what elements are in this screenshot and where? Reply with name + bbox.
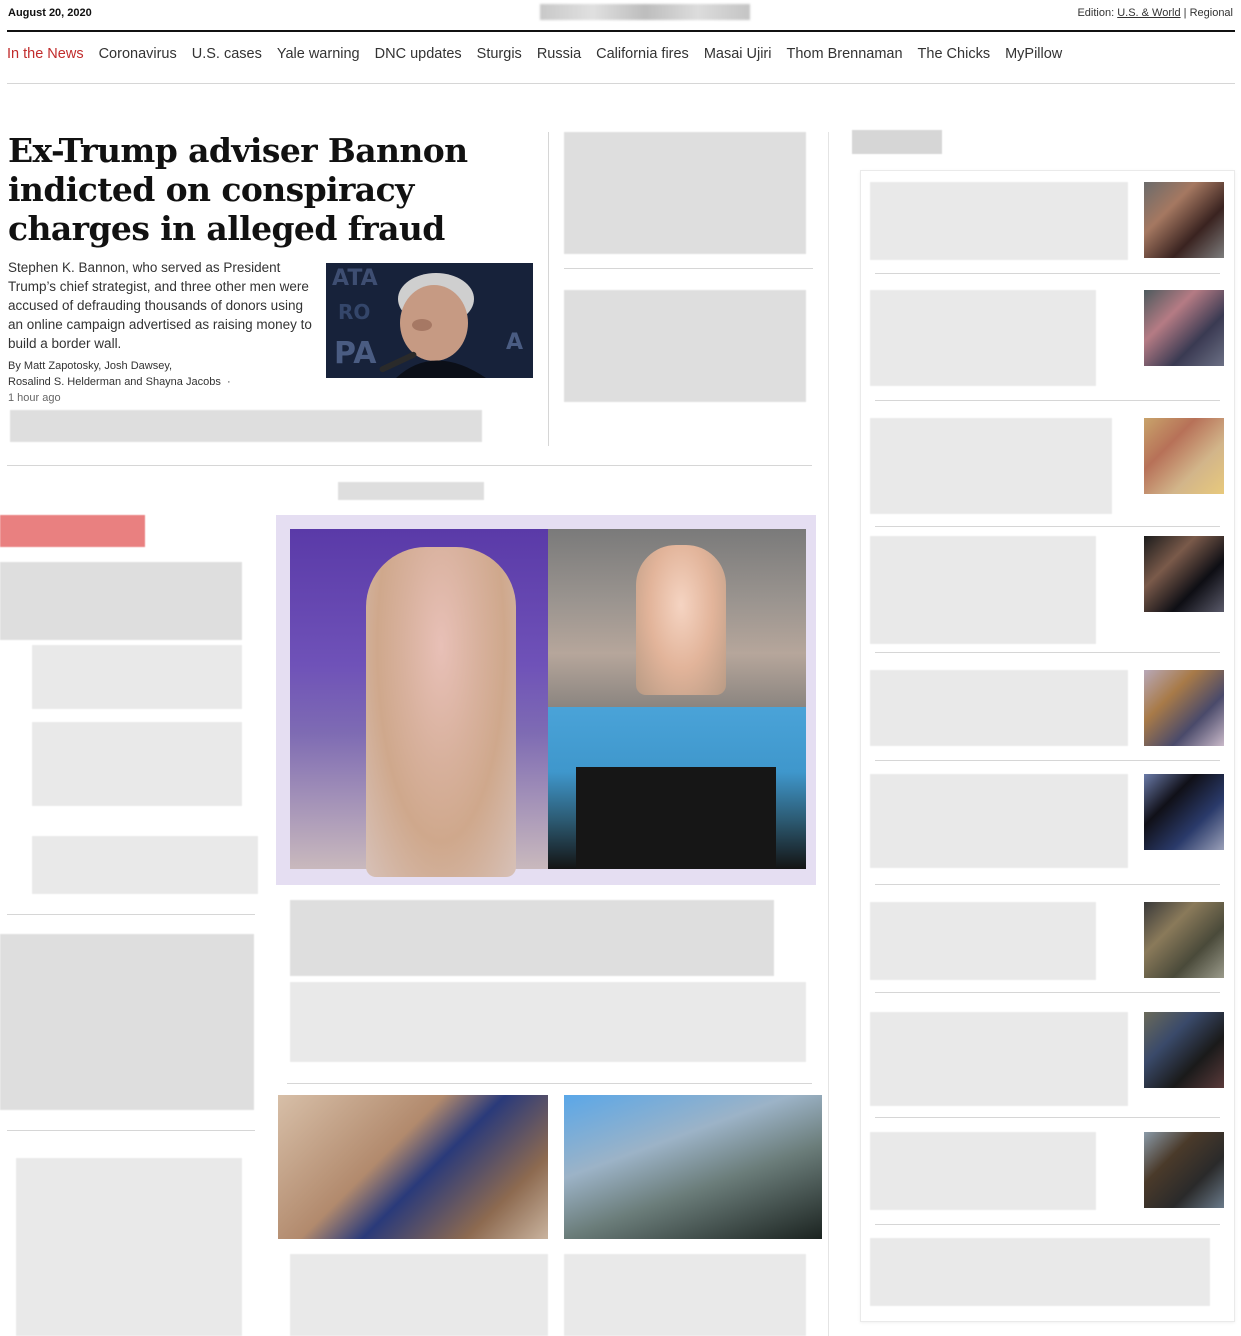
list-item[interactable] — [32, 836, 258, 894]
masthead-rule — [7, 30, 1235, 32]
person-photo-icon: ATA RO PA A — [326, 263, 533, 378]
author-link[interactable]: Josh Dawsey — [104, 360, 169, 372]
rail-divider — [875, 273, 1220, 274]
rail-headline[interactable] — [870, 774, 1128, 868]
nav-item-russia[interactable]: Russia — [537, 46, 581, 62]
story-divider — [287, 1083, 812, 1084]
author-link[interactable]: Shayna Jacobs — [146, 376, 221, 388]
rail-divider — [828, 132, 829, 1336]
story-headline[interactable] — [16, 1158, 242, 1336]
rail-thumbnail[interactable] — [1144, 1012, 1224, 1088]
feature-photo[interactable] — [276, 515, 816, 885]
lead-blurb: Stephen K. Bannon, who served as Preside… — [8, 260, 312, 351]
story-headline[interactable] — [564, 132, 806, 254]
edition-regional-link[interactable]: Regional — [1190, 7, 1233, 19]
page-date: August 20, 2020 — [8, 7, 92, 19]
story-headline[interactable] — [0, 934, 254, 1110]
svg-text:PA: PA — [334, 336, 377, 371]
rail-divider — [875, 652, 1220, 653]
rail-thumbnail[interactable] — [1144, 290, 1224, 366]
story-headline[interactable] — [564, 1254, 806, 1336]
story-headline[interactable] — [290, 1254, 548, 1336]
rail-thumbnail[interactable] — [1144, 902, 1224, 978]
author-link[interactable]: Matt Zapotosky — [24, 360, 98, 372]
rail-headline[interactable] — [870, 182, 1128, 260]
related-link[interactable] — [10, 410, 482, 442]
edition-label: Edition: — [1077, 7, 1115, 19]
nav-item-the-chicks[interactable]: The Chicks — [918, 46, 991, 62]
section-label-red[interactable] — [0, 515, 145, 547]
rail-headline[interactable] — [870, 1132, 1096, 1210]
rail-thumbnail[interactable] — [1144, 1132, 1224, 1208]
nav-item-dnc-updates[interactable]: DNC updates — [375, 46, 462, 62]
rail-divider — [875, 1117, 1220, 1118]
rail-thumbnail[interactable] — [1144, 182, 1224, 258]
story-photo[interactable] — [278, 1095, 548, 1239]
section-divider — [7, 465, 812, 466]
story-blurb — [290, 982, 806, 1062]
top-bar: August 20, 2020 Edition: U.S. & World | … — [0, 0, 1241, 30]
nav-item-california-fires[interactable]: California fires — [596, 46, 689, 62]
masthead-logo[interactable] — [540, 4, 750, 20]
rail-divider — [875, 526, 1220, 527]
lead-headline[interactable]: Ex-Trump adviser Bannon indicted on cons… — [8, 131, 538, 248]
story-divider — [7, 914, 255, 915]
byline-joiner: and — [124, 376, 143, 388]
rail-headline[interactable] — [870, 1012, 1128, 1106]
rail-headline[interactable] — [870, 1238, 1210, 1306]
story-headline[interactable] — [290, 900, 774, 976]
rail-divider — [875, 1224, 1220, 1225]
story-photo[interactable] — [564, 1095, 822, 1239]
author-link[interactable]: Rosalind S. Helderman — [8, 376, 121, 388]
rail-headline[interactable] — [870, 536, 1096, 644]
lead-photo[interactable]: ATA RO PA A — [326, 263, 533, 378]
rail-thumbnail[interactable] — [1144, 774, 1224, 850]
nav-item-yale-warning[interactable]: Yale warning — [277, 46, 360, 62]
nav-item-thom-brennaman[interactable]: Thom Brennaman — [786, 46, 902, 62]
rail-divider — [875, 400, 1220, 401]
list-item[interactable] — [32, 722, 242, 806]
svg-text:ATA: ATA — [332, 266, 378, 291]
rail-headline[interactable] — [870, 902, 1096, 980]
rail-headline[interactable] — [870, 290, 1096, 386]
rail-divider — [875, 992, 1220, 993]
nav-item-in-the-news[interactable]: In the News — [7, 46, 84, 62]
rail-headline[interactable] — [870, 670, 1128, 746]
nav-item-mypillow[interactable]: MyPillow — [1005, 46, 1062, 62]
column-divider — [548, 132, 549, 446]
timestamp: 1 hour ago — [8, 392, 61, 404]
edition-selector: Edition: U.S. & World | Regional — [1077, 7, 1233, 19]
nav-item-coronavirus[interactable]: Coronavirus — [99, 46, 177, 62]
rail-thumbnail[interactable] — [1144, 418, 1224, 494]
list-item[interactable] — [32, 645, 242, 709]
rail-divider — [875, 884, 1220, 885]
edition-separator: | — [1183, 7, 1187, 19]
byline-prefix: By — [8, 360, 21, 372]
story-headline[interactable] — [0, 562, 242, 640]
rail-thumbnail[interactable] — [1144, 536, 1224, 612]
rail-thumbnail[interactable] — [1144, 670, 1224, 746]
story-headline[interactable] — [564, 290, 806, 402]
story-divider — [7, 1130, 255, 1131]
rail-section-label — [852, 130, 942, 154]
svg-text:A: A — [506, 330, 523, 355]
rail-divider — [875, 760, 1220, 761]
svg-text:RO: RO — [338, 300, 370, 324]
section-label[interactable] — [338, 482, 484, 500]
lead-byline: By Matt Zapotosky, Josh Dawsey, Rosalind… — [8, 358, 318, 406]
nav-item-masai-ujiri[interactable]: Masai Ujiri — [704, 46, 772, 62]
byline-bullet: · — [226, 376, 231, 388]
nav-item-us-cases[interactable]: U.S. cases — [192, 46, 262, 62]
rail-headline[interactable] — [870, 418, 1112, 514]
in-the-news-nav: In the News Coronavirus U.S. cases Yale … — [7, 46, 1062, 62]
nav-divider — [7, 83, 1235, 84]
story-divider — [564, 268, 813, 269]
nav-item-sturgis[interactable]: Sturgis — [477, 46, 522, 62]
edition-us-world-link[interactable]: U.S. & World — [1117, 7, 1180, 19]
